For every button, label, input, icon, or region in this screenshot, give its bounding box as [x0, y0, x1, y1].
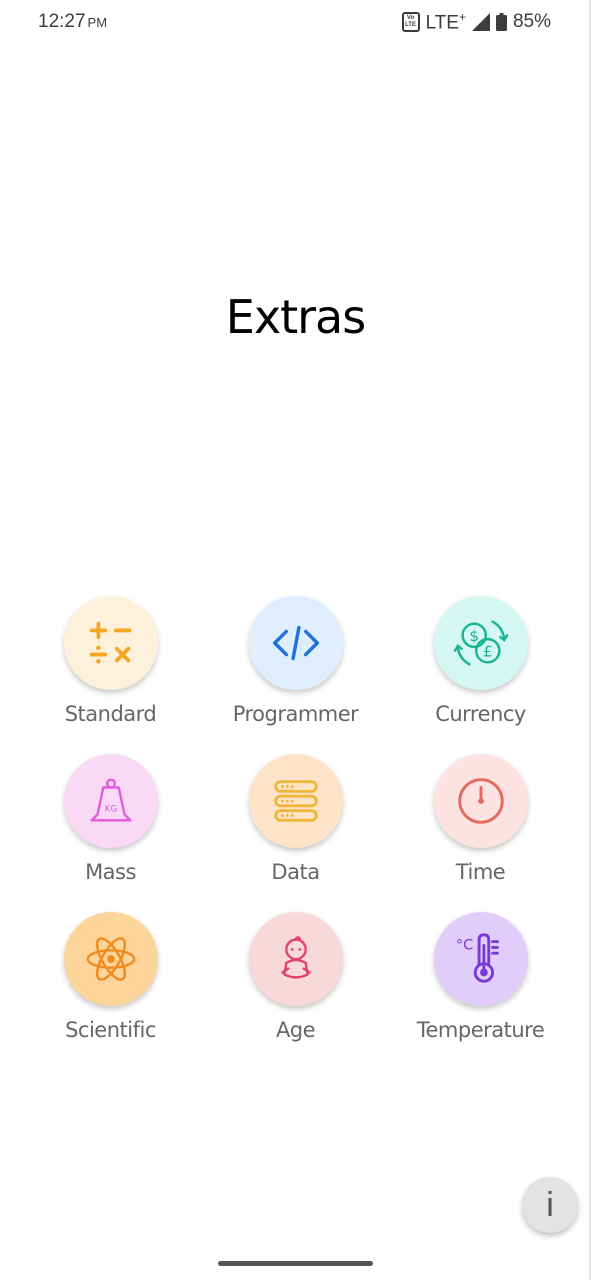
weight-kg-icon: KG	[89, 778, 132, 822]
network-type-plus: +	[458, 10, 466, 24]
tile-data[interactable]: Data	[203, 754, 388, 912]
calculator-operators-icon	[89, 621, 131, 664]
thermometer-celsius-icon: °C	[455, 933, 499, 983]
tile-temperature[interactable]: °C Temperature	[388, 912, 573, 1070]
data-storage-icon	[273, 780, 318, 822]
tile-age-circle	[248, 912, 343, 1006]
tile-time-label: Time	[455, 860, 506, 884]
tile-scientific-label: Scientific	[65, 1018, 156, 1042]
code-brackets-icon	[272, 625, 319, 661]
tile-currency[interactable]: $ £ Currency	[388, 596, 573, 754]
tile-time[interactable]: Time	[388, 754, 573, 912]
home-indicator[interactable]	[218, 1261, 373, 1266]
atom-icon	[86, 937, 135, 981]
tile-standard-circle	[63, 596, 158, 690]
tile-standard[interactable]: Standard	[18, 596, 203, 754]
page-title: Extras	[225, 290, 366, 344]
tile-temperature-label: Temperature	[416, 1018, 545, 1042]
tile-mass[interactable]: KG Mass	[18, 754, 203, 912]
network-type: LTE+	[426, 10, 466, 34]
svg-text:$: $	[469, 627, 479, 645]
signal-icon	[471, 13, 490, 32]
tile-standard-label: Standard	[64, 702, 157, 726]
grid-row: KG Mass Data Time	[18, 754, 573, 912]
grid-row: Standard Programmer $ £ Currency	[18, 596, 573, 754]
tile-programmer[interactable]: Programmer	[203, 596, 388, 754]
tile-age[interactable]: Age	[203, 912, 388, 1070]
tile-time-circle	[433, 754, 528, 848]
grid-row: Scientific Age °C Temperature	[18, 912, 573, 1070]
tile-currency-label: Currency	[435, 702, 526, 726]
clock-time: 12:27	[38, 11, 86, 32]
weight-kg-text: KG	[104, 805, 117, 815]
tile-data-circle	[248, 754, 343, 848]
battery-icon	[495, 13, 507, 32]
tile-scientific[interactable]: Scientific	[18, 912, 203, 1070]
info-button[interactable]: i	[522, 1177, 578, 1233]
tile-programmer-circle	[248, 596, 343, 690]
volte-bottom-text: LTE	[405, 22, 416, 29]
status-bar: 12:27 PM Vo LTE LTE+ 85%	[0, 0, 591, 46]
tile-mass-label: Mass	[85, 860, 136, 884]
volte-icon: Vo LTE	[401, 12, 420, 33]
celsius-text: °C	[455, 937, 472, 953]
battery-percent: 85%	[512, 11, 551, 33]
baby-icon	[280, 936, 311, 979]
clock-icon	[457, 778, 504, 824]
tile-programmer-label: Programmer	[232, 702, 359, 726]
tile-currency-circle: $ £	[433, 596, 528, 690]
converter-grid: Standard Programmer $ £ Currency KG Mass…	[18, 596, 573, 1070]
tile-mass-circle: KG	[63, 754, 158, 848]
volte-top-text: Vo	[406, 15, 415, 22]
status-icons: Vo LTE LTE+ 85%	[401, 10, 551, 34]
network-type-text: LTE	[425, 12, 459, 34]
tile-age-label: Age	[275, 1018, 316, 1042]
clock: 12:27 PM	[38, 11, 107, 33]
currency-exchange-icon: $ £	[453, 620, 508, 666]
tile-scientific-circle	[63, 912, 158, 1006]
clock-ampm: PM	[87, 15, 108, 30]
tile-data-label: Data	[271, 860, 320, 884]
tile-temperature-circle: °C	[433, 912, 528, 1006]
svg-text:£: £	[482, 643, 492, 661]
